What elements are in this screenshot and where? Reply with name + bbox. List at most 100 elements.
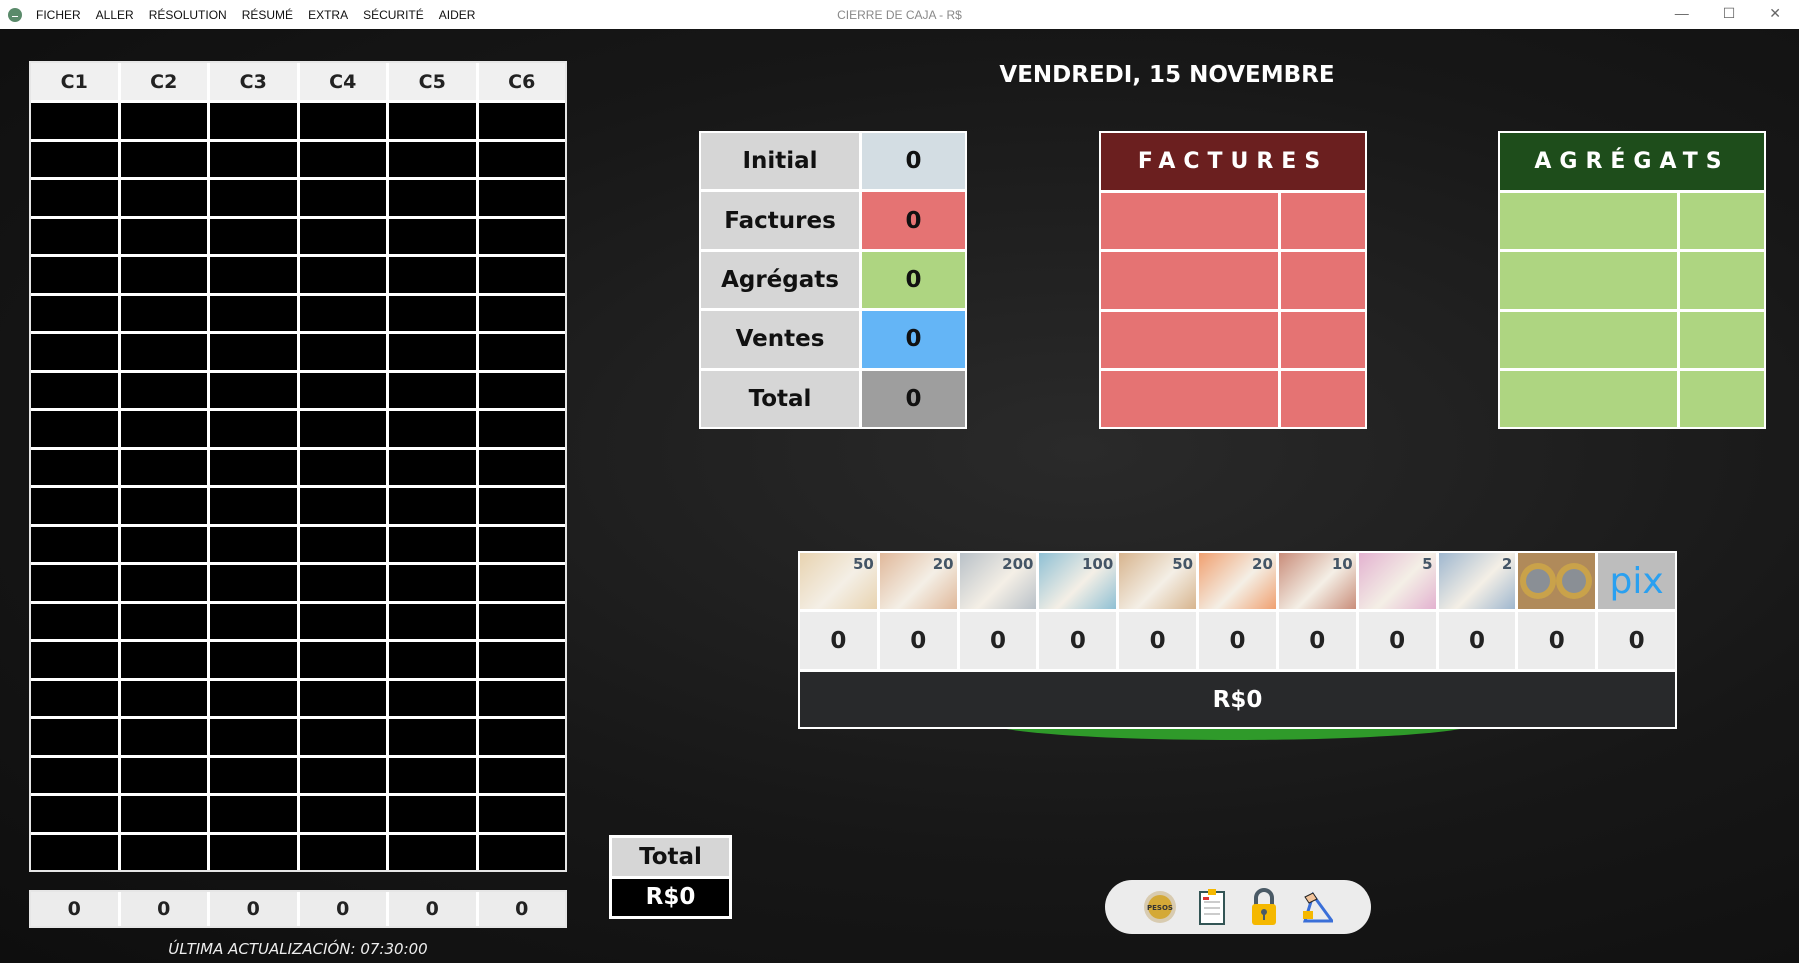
grid-cell[interactable]	[478, 257, 565, 293]
grid-cell[interactable]	[31, 411, 118, 447]
grid-cell[interactable]	[31, 103, 118, 139]
grid-cell[interactable]	[478, 603, 565, 639]
agregats-cell[interactable]	[1500, 252, 1677, 309]
grid-cell[interactable]	[31, 334, 118, 370]
factures-cell[interactable]	[1101, 370, 1278, 427]
grid-cell[interactable]	[478, 642, 565, 678]
money-count[interactable]: 0	[1199, 612, 1276, 669]
grid-cell[interactable]	[389, 180, 476, 216]
grid-cell[interactable]	[299, 642, 386, 678]
money-count[interactable]: 0	[1039, 612, 1117, 669]
menu-item-aider[interactable]: AIDER	[439, 8, 476, 22]
grid-cell[interactable]	[299, 680, 386, 716]
grid-cell[interactable]	[120, 141, 207, 177]
grid-cell[interactable]	[210, 680, 297, 716]
grid-cell[interactable]	[120, 180, 207, 216]
grid-cell[interactable]	[210, 449, 297, 485]
grid-cell[interactable]	[120, 565, 207, 601]
menu-item-sécurité[interactable]: SÉCURITÉ	[363, 8, 424, 22]
grid-cell[interactable]	[478, 757, 565, 793]
menu-item-résumé[interactable]: RÉSUMÉ	[242, 8, 293, 22]
grid-cell[interactable]	[478, 526, 565, 562]
grid-cell[interactable]	[478, 796, 565, 832]
grid-cell[interactable]	[299, 719, 386, 755]
agregats-cell[interactable]	[1500, 311, 1677, 368]
grid-cell[interactable]	[120, 372, 207, 408]
grid-cell[interactable]	[478, 411, 565, 447]
grid-cell[interactable]	[478, 488, 565, 524]
money-count[interactable]: 0	[959, 612, 1037, 669]
grid-cell[interactable]	[31, 565, 118, 601]
grid-cell[interactable]	[299, 180, 386, 216]
factures-cell[interactable]	[1281, 193, 1365, 250]
grid-cell[interactable]	[210, 372, 297, 408]
grid-cell[interactable]	[299, 218, 386, 254]
grid-cell[interactable]	[299, 526, 386, 562]
grid-cell[interactable]	[120, 257, 207, 293]
grid-cell[interactable]	[299, 488, 386, 524]
grid-cell[interactable]	[210, 295, 297, 331]
grid-cell[interactable]	[389, 218, 476, 254]
grid-cell[interactable]	[120, 218, 207, 254]
column-header[interactable]: C4	[299, 63, 386, 100]
grid-cell[interactable]	[478, 218, 565, 254]
grid-cell[interactable]	[389, 295, 476, 331]
grid-cell[interactable]	[478, 372, 565, 408]
grid-cell[interactable]	[389, 141, 476, 177]
money-count[interactable]: 0	[879, 612, 957, 669]
grid-cell[interactable]	[31, 141, 118, 177]
grid-cell[interactable]	[210, 565, 297, 601]
grid-cell[interactable]	[210, 603, 297, 639]
grid-cell[interactable]	[31, 719, 118, 755]
grid-cell[interactable]	[120, 757, 207, 793]
grid-cell[interactable]	[299, 141, 386, 177]
agregats-cell[interactable]	[1680, 370, 1764, 427]
grid-cell[interactable]	[31, 488, 118, 524]
grid-cell[interactable]	[210, 757, 297, 793]
grid-cell[interactable]	[478, 295, 565, 331]
grid-cell[interactable]	[210, 719, 297, 755]
grid-cell[interactable]	[120, 411, 207, 447]
ruler-triangle-icon[interactable]	[1299, 888, 1333, 926]
grid-cell[interactable]	[299, 449, 386, 485]
grid-cell[interactable]	[210, 257, 297, 293]
grid-cell[interactable]	[120, 796, 207, 832]
lock-icon[interactable]	[1247, 888, 1281, 926]
grid-cell[interactable]	[389, 719, 476, 755]
grid-cell[interactable]	[120, 334, 207, 370]
grid-cell[interactable]	[478, 180, 565, 216]
menu-item-résolution[interactable]: RÉSOLUTION	[149, 8, 227, 22]
grid-cell[interactable]	[389, 565, 476, 601]
grid-cell[interactable]	[478, 834, 565, 870]
grid-cell[interactable]	[31, 372, 118, 408]
grid-cell[interactable]	[299, 334, 386, 370]
grid-cell[interactable]	[299, 757, 386, 793]
grid-cell[interactable]	[299, 411, 386, 447]
grid-cell[interactable]	[478, 103, 565, 139]
grid-cell[interactable]	[31, 796, 118, 832]
grid-cell[interactable]	[478, 449, 565, 485]
grid-cell[interactable]	[299, 603, 386, 639]
grid-cell[interactable]	[389, 680, 476, 716]
grid-cell[interactable]	[120, 488, 207, 524]
grid-cell[interactable]	[31, 295, 118, 331]
clipboard-icon[interactable]	[1195, 888, 1229, 926]
grid-cell[interactable]	[210, 411, 297, 447]
grid-cell[interactable]	[31, 757, 118, 793]
money-count[interactable]: 0	[800, 612, 877, 669]
grid-cell[interactable]	[389, 603, 476, 639]
grid-cell[interactable]	[389, 372, 476, 408]
grid-cell[interactable]	[210, 218, 297, 254]
grid-cell[interactable]	[389, 334, 476, 370]
menu-item-ficher[interactable]: FICHER	[36, 8, 81, 22]
agregats-cell[interactable]	[1500, 370, 1677, 427]
grid-cell[interactable]	[31, 603, 118, 639]
grid-cell[interactable]	[299, 103, 386, 139]
menu-item-extra[interactable]: EXTRA	[308, 8, 348, 22]
grid-cell[interactable]	[478, 334, 565, 370]
minimize-button[interactable]: —	[1675, 5, 1689, 22]
grid-cell[interactable]	[299, 796, 386, 832]
grid-cell[interactable]	[389, 449, 476, 485]
grid-cell[interactable]	[120, 834, 207, 870]
grid-cell[interactable]	[31, 680, 118, 716]
